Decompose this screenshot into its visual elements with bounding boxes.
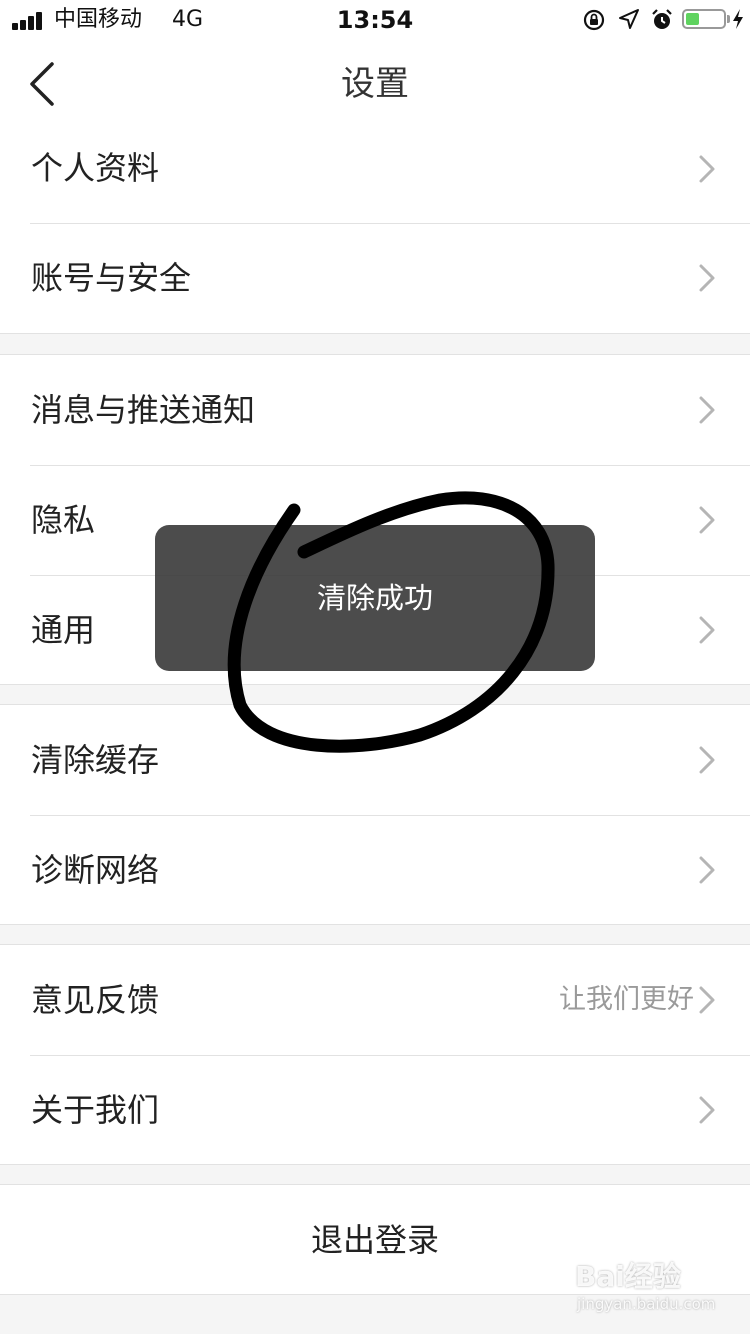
settings-item-label: 账号与安全 <box>31 259 192 297</box>
charging-bolt-icon <box>733 9 743 29</box>
settings-item-notifications[interactable]: 消息与推送通知 <box>0 355 750 465</box>
settings-group-tools: 清除缓存 诊断网络 <box>0 704 750 925</box>
toast-message: 清除成功 <box>316 581 433 615</box>
chevron-right-icon <box>699 396 715 424</box>
chevron-right-icon <box>699 264 715 292</box>
status-bar: 中国移动 4G 13:54 <box>0 0 750 40</box>
status-icons <box>582 8 743 32</box>
chevron-right-icon <box>699 506 715 534</box>
settings-item-detail: 让我们更好 <box>559 984 694 1015</box>
page-title: 设置 <box>341 64 409 104</box>
settings-item-label: 诊断网络 <box>31 851 160 889</box>
settings-item-label: 个人资料 <box>31 149 160 187</box>
watermark-url: jingyan.baidu.com <box>577 1295 716 1313</box>
settings-item-diagnose-network[interactable]: 诊断网络 <box>0 815 750 925</box>
settings-group-about: 意见反馈 让我们更好 关于我们 <box>0 944 750 1165</box>
settings-item-label: 意见反馈 <box>31 981 160 1019</box>
settings-item-label: 关于我们 <box>31 1091 160 1129</box>
toast: 清除成功 <box>155 525 595 671</box>
chevron-left-icon <box>30 62 54 106</box>
settings-item-label: 隐私 <box>31 501 96 539</box>
battery-fill <box>686 13 699 25</box>
chevron-right-icon <box>699 155 715 183</box>
chevron-right-icon <box>699 616 715 644</box>
settings-item-label: 清除缓存 <box>31 741 160 779</box>
baidu-jingyan-watermark: Bai经验 jingyan.baidu.com <box>575 1255 725 1321</box>
chevron-right-icon <box>699 1096 715 1124</box>
chevron-right-icon <box>699 986 715 1014</box>
battery-tip <box>727 15 730 23</box>
orientation-lock-icon <box>583 9 605 31</box>
battery-icon <box>682 9 726 29</box>
watermark-brand: Bai经验 <box>575 1260 681 1293</box>
settings-item-about-us[interactable]: 关于我们 <box>0 1055 750 1165</box>
settings-item-label: 消息与推送通知 <box>31 391 256 429</box>
settings-item-account-security[interactable]: 账号与安全 <box>0 223 750 333</box>
settings-item-feedback[interactable]: 意见反馈 让我们更好 <box>0 945 750 1055</box>
navigation-bar: 设置 <box>0 40 750 129</box>
location-arrow-icon <box>619 9 639 29</box>
chevron-right-icon <box>699 856 715 884</box>
back-button[interactable] <box>20 54 80 114</box>
alarm-clock-icon <box>652 9 672 29</box>
chevron-right-icon <box>699 746 715 774</box>
settings-item-clear-cache[interactable]: 清除缓存 <box>0 705 750 815</box>
settings-item-profile[interactable]: 个人资料 <box>0 128 750 223</box>
settings-item-label: 通用 <box>31 611 96 649</box>
settings-group-profile: 个人资料 账号与安全 <box>0 128 750 334</box>
